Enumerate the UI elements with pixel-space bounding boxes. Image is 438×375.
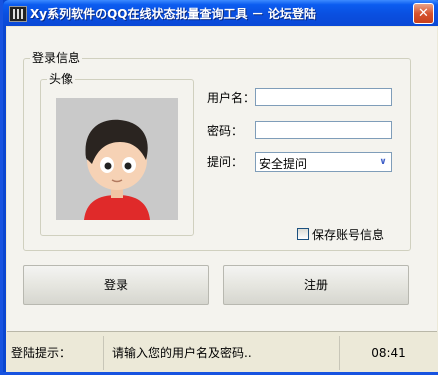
login-info-group-label: 登录信息: [30, 51, 83, 65]
window-title: Xy系列软件のQQ在线状态批量查询工具 － 论坛登陆: [30, 7, 316, 21]
status-time: 08:41: [339, 336, 437, 370]
chevron-down-icon[interactable]: ∨: [377, 156, 389, 168]
status-message: 请输入您的用户名及密码..: [103, 336, 339, 370]
username-input[interactable]: [255, 88, 392, 106]
login-button[interactable]: 登录: [23, 265, 209, 305]
security-question-select[interactable]: 安全提问 ∨: [255, 152, 392, 172]
security-question-value: 安全提问: [259, 157, 308, 171]
avatar: [56, 98, 178, 220]
register-button[interactable]: 注册: [223, 265, 409, 305]
avatar-image: [56, 98, 178, 220]
close-button[interactable]: ✕: [413, 3, 434, 24]
question-label: 提问：: [207, 155, 244, 169]
app-icon: [9, 6, 27, 22]
remember-account-label[interactable]: 保存账号信息: [312, 226, 384, 243]
username-label: 用户名：: [207, 91, 256, 105]
client-area: 登录信息 头像 用户名： 密码： 提问： 安全提问 ∨ 保存账号信息 登录 注册…: [6, 26, 438, 372]
status-bar: 登陆提示： 请输入您的用户名及密码.. 08:41: [7, 331, 437, 372]
remember-account-checkbox[interactable]: [297, 228, 309, 240]
avatar-group-label: 头像: [47, 72, 76, 86]
status-label: 登陆提示：: [11, 346, 72, 360]
password-input[interactable]: [255, 121, 392, 139]
password-label: 密码：: [207, 124, 244, 138]
login-window: Xy系列软件のQQ在线状态批量查询工具 － 论坛登陆 ✕ 登录信息 头像 用户名…: [0, 0, 438, 375]
close-icon: ✕: [418, 6, 429, 21]
title-bar[interactable]: Xy系列软件のQQ在线状态批量查询工具 － 论坛登陆 ✕: [3, 0, 438, 26]
